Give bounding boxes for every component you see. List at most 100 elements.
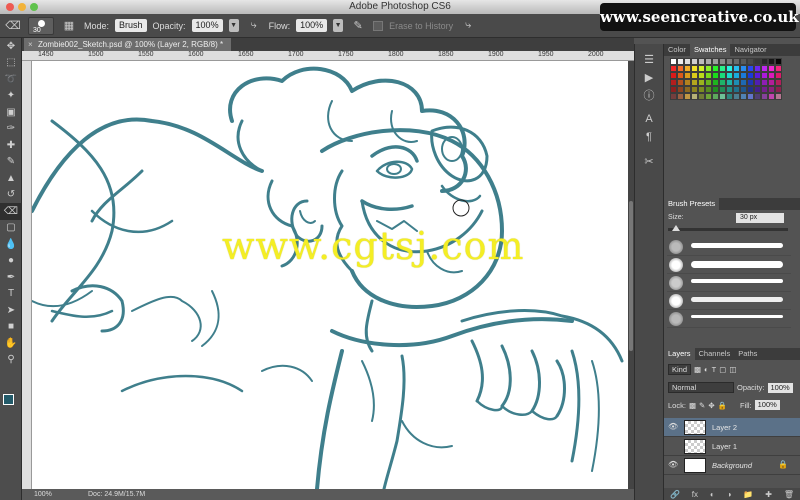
zoom-icon[interactable]: ⚲ [0,352,22,369]
close-window-button[interactable] [6,3,14,11]
color-panel-tab-navigator[interactable]: Navigator [730,44,770,56]
brush-icon[interactable]: ✎ [0,154,22,171]
color-swatch[interactable] [747,65,754,72]
color-swatch[interactable] [705,72,712,79]
brush-preset[interactable] [667,256,791,274]
color-swatch[interactable] [747,58,754,65]
color-swatch[interactable] [712,79,719,86]
blend-mode-select[interactable]: Normal [668,382,734,393]
color-swatch[interactable] [670,65,677,72]
filter-pixel-icon[interactable]: ▩ [694,365,701,374]
eraser-icon[interactable]: ⌫ [0,203,22,220]
history-brush-icon[interactable]: ↺ [0,187,22,204]
lock-position-icon[interactable]: ✥ [708,401,714,410]
brush-size-input[interactable]: 30 px [736,213,784,223]
color-swatch[interactable] [677,65,684,72]
color-swatch[interactable] [705,86,712,93]
dodge-icon[interactable]: ● [0,253,22,270]
color-panel-tab-color[interactable]: Color [664,44,690,56]
window-controls[interactable] [6,3,38,11]
type-icon[interactable]: T [0,286,22,303]
color-swatch[interactable] [754,65,761,72]
color-swatch[interactable] [747,72,754,79]
color-swatch[interactable] [740,72,747,79]
filter-shape-icon[interactable]: ▢ [719,365,726,374]
color-swatch[interactable] [733,79,740,86]
color-swatch[interactable] [747,86,754,93]
marquee-icon[interactable]: ⬚ [0,55,22,72]
color-swatch[interactable] [691,72,698,79]
color-swatch[interactable] [691,93,698,100]
lock-pixels-icon[interactable]: ✎ [699,401,705,410]
brush-presets-tab[interactable]: Brush Presets [664,198,720,210]
color-swatch[interactable] [712,58,719,65]
document-tab[interactable]: × Zombie002_Sketch.psd @ 100% (Layer 2, … [24,38,232,51]
color-swatch[interactable] [705,65,712,72]
fill-input[interactable]: 100% [754,400,780,410]
color-swatch[interactable] [677,79,684,86]
color-swatch[interactable] [726,65,733,72]
color-swatch[interactable] [768,58,775,65]
color-swatch[interactable] [761,93,768,100]
color-swatch[interactable] [740,93,747,100]
close-tab-icon[interactable]: × [28,38,33,51]
layers-panel-tab-channels[interactable]: Channels [695,348,735,360]
color-swatch[interactable] [684,86,691,93]
layer-row[interactable]: Layer 1 [664,437,800,456]
lasso-icon[interactable]: ➰ [0,71,22,88]
pressure-size-icon[interactable]: ⤷ [459,18,477,34]
color-swatch[interactable] [719,72,726,79]
color-swatch[interactable] [684,65,691,72]
adjustment-layer-icon[interactable]: ◑ [727,490,732,499]
layer-filter-select[interactable]: Kind [668,364,692,375]
layer-row[interactable]: 👁 Background 🔒 [664,456,800,475]
zoom-level[interactable]: 100% [34,491,52,498]
color-swatch[interactable] [733,72,740,79]
color-swatch[interactable] [712,65,719,72]
color-swatch[interactable] [768,86,775,93]
opacity-dropdown-icon[interactable]: ▼ [228,19,239,32]
flow-input[interactable]: 100% [296,19,328,32]
color-swatch[interactable] [740,79,747,86]
visibility-eye-icon[interactable]: 👁 [668,460,678,470]
color-swatch[interactable] [775,86,782,93]
color-swatch[interactable] [754,93,761,100]
brush-preset[interactable] [667,310,791,328]
color-swatch[interactable] [733,86,740,93]
color-swatch[interactable] [698,58,705,65]
actions-panel-icon[interactable]: ▶ [635,68,663,86]
blur-icon[interactable]: 💧 [0,236,22,253]
color-swatch[interactable] [761,86,768,93]
layers-panel-tab-paths[interactable]: Paths [734,348,761,360]
color-swatch[interactable] [719,79,726,86]
info-panel-icon[interactable]: ⓘ [635,86,663,104]
color-swatch[interactable] [677,86,684,93]
eyedropper-icon[interactable]: ✑ [0,121,22,138]
shape-icon[interactable]: ■ [0,319,22,336]
color-swatch[interactable] [691,79,698,86]
color-swatch[interactable] [712,72,719,79]
mode-select[interactable]: Brush [115,19,147,32]
color-swatch[interactable] [761,58,768,65]
brush-preset[interactable] [667,274,791,292]
color-swatch[interactable] [670,79,677,86]
color-swatch[interactable] [775,79,782,86]
color-swatch[interactable] [719,93,726,100]
brush-preset-picker[interactable]: 30 [28,16,54,35]
color-swatch[interactable] [775,72,782,79]
filter-adjust-icon[interactable]: ◐ [704,365,709,374]
color-swatch[interactable] [754,72,761,79]
color-swatch[interactable] [726,93,733,100]
color-swatch[interactable] [754,86,761,93]
color-swatch[interactable] [670,72,677,79]
color-swatch[interactable] [712,93,719,100]
color-swatch[interactable] [698,65,705,72]
flow-dropdown-icon[interactable]: ▼ [333,19,344,32]
color-swatch[interactable] [705,93,712,100]
color-swatch[interactable] [670,86,677,93]
color-swatch[interactable] [761,65,768,72]
eraser-tool-icon[interactable]: ⌫ [4,18,22,34]
color-swatch[interactable] [726,72,733,79]
airbrush-icon[interactable]: ✎ [349,18,367,34]
brush-size-slider[interactable] [668,228,788,231]
